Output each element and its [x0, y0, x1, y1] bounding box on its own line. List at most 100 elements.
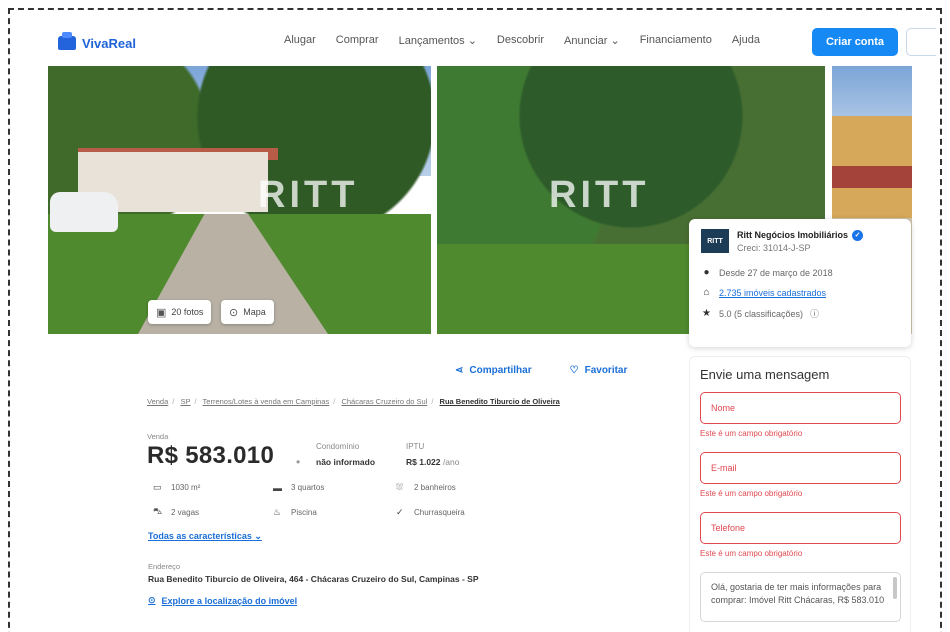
feature-label: 3 quartos	[291, 483, 325, 492]
watermark: RITT	[549, 174, 650, 216]
favorite-button[interactable]: ♡ Favoritar	[570, 365, 628, 376]
agent-creci: Creci: 31014-J-SP	[737, 242, 811, 253]
nav-comprar[interactable]: Comprar	[336, 34, 379, 47]
condo-fee: Condomínio não informado	[316, 442, 375, 467]
phone-field[interactable]: Telefone	[700, 512, 901, 544]
price: R$ 583.010	[147, 442, 275, 469]
message-textarea[interactable]: Olá, gostaria de ter mais informações pa…	[700, 572, 901, 622]
photos-icon: ▣	[156, 306, 167, 319]
agent-listings-link[interactable]: 2.735 imóveis cadastrados	[719, 288, 826, 298]
email-field[interactable]: E-mail	[700, 452, 901, 484]
nav-anunciar[interactable]: Anunciar ⌄	[564, 34, 620, 47]
nav-lancamentos[interactable]: Lançamentos ⌄	[399, 34, 477, 47]
nav-descobrir[interactable]: Descobrir	[497, 34, 544, 47]
agent-rating-row: ★ 5.0 (5 classificações) ⓘ	[701, 307, 899, 320]
nav-financiamento[interactable]: Financiamento	[640, 34, 712, 47]
vivareal-logo[interactable]: VivaReal	[58, 32, 136, 51]
agent-logo[interactable]: RITT	[701, 229, 729, 253]
agent-name-row: Ritt Negócios Imobiliários ✓	[737, 229, 864, 241]
condo-value: não informado	[316, 457, 376, 467]
email-error: Este é um campo obrigatório	[700, 489, 803, 498]
iptu-value: R$ 1.022	[406, 457, 441, 467]
site-header: VivaReal Alugar Comprar Lançamentos ⌄ De…	[58, 26, 950, 60]
breadcrumb-item[interactable]: SP	[180, 397, 190, 406]
feature-label: 2 banheiros	[414, 483, 456, 492]
feature-label: Piscina	[291, 507, 317, 517]
map-button[interactable]: ⊙ Mapa	[221, 300, 274, 324]
iptu-fee: IPTU R$ 1.022 /ano	[406, 442, 459, 467]
breadcrumb-item[interactable]: Terrenos/Lotes à venda em Campinas	[203, 397, 330, 406]
star-icon: ★	[702, 308, 711, 319]
price-label: Venda	[147, 432, 169, 441]
separator-dot: •	[296, 455, 301, 469]
explore-label: Explore a localização do imóvel	[161, 595, 298, 606]
info-icon[interactable]: ⓘ	[810, 307, 819, 320]
form-title: Envie uma mensagem	[700, 367, 830, 382]
iptu-label: IPTU	[406, 442, 425, 451]
address-label: Endereço	[148, 562, 181, 571]
photos-button[interactable]: ▣ 20 fotos	[148, 300, 212, 324]
agent-since: Desde 27 de março de 2018	[719, 267, 833, 278]
feature-parking: ⛍ 2 vagas	[153, 506, 273, 518]
agent-name[interactable]: Ritt Negócios Imobiliários	[737, 230, 848, 240]
features-grid: ▭ 1030 m² ▬ 3 quartos ⛆ 2 banheiros ⛍ 2 vaga…	[153, 482, 516, 518]
logo-text: VivaReal	[82, 35, 136, 51]
photos-count: 20 fotos	[171, 307, 204, 317]
phone-error: Este é um campo obrigatório	[700, 549, 803, 558]
explore-location-link[interactable]: ⊙ Explore a localização do imóvel	[148, 595, 297, 606]
pool-icon: ♨	[273, 506, 282, 517]
share-label: Compartilhar	[469, 365, 532, 376]
watermark: RITT	[258, 174, 359, 216]
nav-alugar[interactable]: Alugar	[284, 34, 316, 47]
map-label: Mapa	[243, 307, 266, 317]
feature-bathrooms: ⛆ 2 banheiros	[396, 482, 516, 493]
feature-label: 2 vagas	[171, 507, 200, 517]
verified-icon: ✓	[852, 229, 864, 241]
share-button[interactable]: ⋖ Compartilhar	[455, 365, 532, 376]
bed-icon: ▬	[273, 482, 282, 493]
check-icon: ✓	[396, 506, 404, 517]
car-icon: ⛍	[153, 506, 163, 516]
photo-car	[50, 192, 118, 232]
home-icon: ⌂	[703, 287, 710, 298]
shower-icon: ⛆	[396, 482, 404, 492]
agent-since-row: ● Desde 27 de março de 2018	[701, 267, 899, 278]
feature-barbecue: ✓ Churrasqueira	[396, 506, 516, 518]
area-icon: ▭	[153, 482, 162, 492]
message-text: Olá, gostaria de ter mais informações pa…	[711, 582, 885, 605]
share-icon: ⋖	[455, 365, 464, 376]
breadcrumb-current: Rua Benedito Tiburcio de Oliveira	[439, 397, 560, 406]
all-features-link[interactable]: Todas as características ⌄	[148, 531, 262, 542]
agent-card: RITT Ritt Negócios Imobiliários ✓ Creci:…	[689, 219, 911, 347]
logo-icon	[58, 32, 76, 50]
agent-listings-row: ⌂ 2.735 imóveis cadastrados	[701, 287, 899, 298]
favorite-label: Favoritar	[584, 365, 628, 376]
breadcrumb-item[interactable]: Venda	[147, 397, 168, 406]
message-form: Envie uma mensagem Nome Este é um campo …	[689, 356, 911, 632]
clock-icon: ●	[703, 267, 710, 278]
map-pin-icon: ⊙	[148, 595, 156, 605]
name-error: Este é um campo obrigatório	[700, 429, 803, 438]
main-nav: Alugar Comprar Lançamentos ⌄ Descobrir A…	[284, 34, 760, 47]
feature-label: 1030 m²	[171, 483, 201, 492]
name-field[interactable]: Nome	[700, 392, 901, 424]
gallery-photo-1[interactable]: RITT	[48, 66, 431, 334]
agent-rating: 5.0 (5 classificações)	[719, 308, 804, 319]
feature-pool: ♨ Piscina	[273, 506, 396, 518]
create-account-button[interactable]: Criar conta	[812, 28, 898, 56]
nav-ajuda[interactable]: Ajuda	[732, 34, 760, 47]
login-button[interactable]	[906, 28, 936, 56]
textarea-scrollbar[interactable]	[893, 577, 897, 599]
photo-roof	[832, 166, 912, 188]
address: Rua Benedito Tiburcio de Oliveira, 464 -…	[148, 574, 479, 584]
feature-label: Churrasqueira	[414, 507, 465, 517]
feature-bedrooms: ▬ 3 quartos	[273, 482, 396, 493]
iptu-suffix: /ano	[442, 457, 460, 467]
breadcrumb: Venda / SP / Terrenos/Lotes à venda em Cam…	[147, 397, 560, 406]
condo-label: Condomínio	[316, 442, 360, 451]
map-pin-icon: ⊙	[229, 306, 239, 319]
feature-area: ▭ 1030 m²	[153, 482, 273, 493]
listing-actions: ⋖ Compartilhar ♡ Favoritar	[455, 365, 627, 376]
heart-icon: ♡	[569, 365, 579, 376]
breadcrumb-item[interactable]: Chácaras Cruzeiro do Sul	[341, 397, 427, 406]
